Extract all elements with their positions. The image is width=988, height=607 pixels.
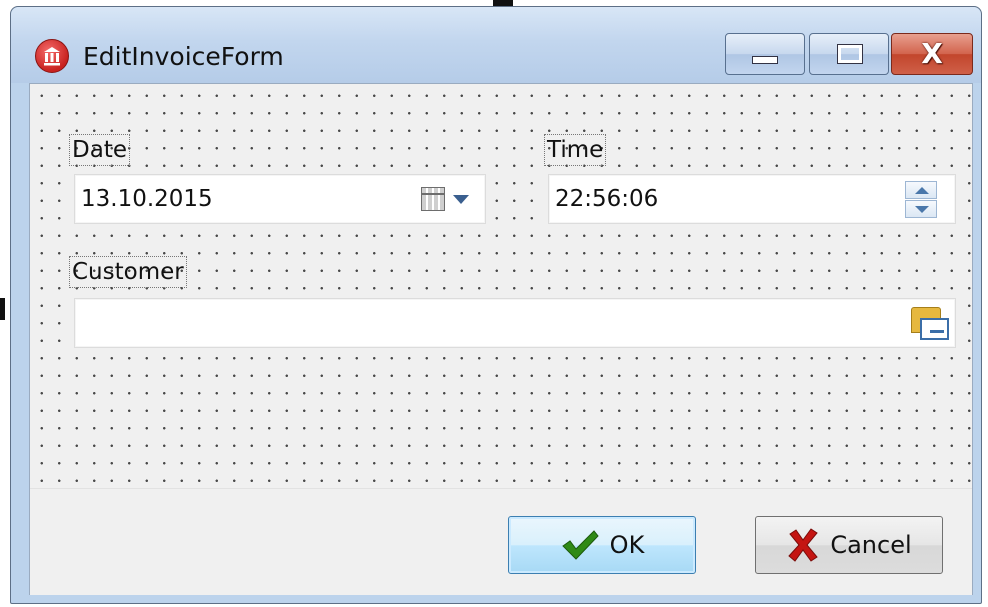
customer-field[interactable]: [74, 298, 956, 348]
time-field[interactable]: 22:56:06: [548, 174, 956, 224]
customer-lookup-button[interactable]: [911, 305, 949, 341]
customer-label: Customer: [69, 256, 187, 288]
time-label: Time: [544, 134, 607, 166]
card-icon: [920, 318, 949, 340]
date-value: 13.10.2015: [81, 186, 213, 212]
minimize-icon: [752, 56, 778, 64]
calendar-icon: [421, 187, 445, 211]
edit-invoice-window: EditInvoiceForm X Date 13.10.2015 Time 2…: [10, 6, 982, 604]
calendar-dropdown-button[interactable]: [421, 187, 471, 213]
window-title: EditInvoiceForm: [83, 42, 284, 71]
close-button[interactable]: X: [891, 33, 973, 75]
date-field[interactable]: 13.10.2015: [74, 174, 486, 224]
time-spinner[interactable]: [905, 181, 937, 219]
minimize-button[interactable]: [725, 33, 805, 75]
spin-up-icon[interactable]: [905, 181, 937, 199]
maximize-icon: [837, 44, 863, 64]
time-value: 22:56:06: [555, 186, 659, 212]
red-x-icon: [788, 528, 819, 562]
cancel-label: Cancel: [830, 531, 912, 559]
background-edge-mark: [0, 298, 5, 320]
cancel-button[interactable]: Cancel: [755, 516, 943, 574]
chevron-down-icon: [453, 195, 469, 204]
maximize-button[interactable]: [809, 33, 889, 75]
spin-down-icon[interactable]: [905, 200, 937, 218]
title-bar[interactable]: EditInvoiceForm X: [11, 7, 981, 83]
date-label: Date: [69, 134, 130, 166]
bank-icon[interactable]: [35, 39, 69, 73]
ok-button[interactable]: OK: [508, 516, 696, 574]
form-client-area: Date 13.10.2015 Time 22:56:06 Customer O…: [29, 83, 973, 595]
close-icon: X: [921, 37, 943, 70]
ok-label: OK: [609, 531, 645, 559]
green-check-icon: [561, 530, 599, 560]
